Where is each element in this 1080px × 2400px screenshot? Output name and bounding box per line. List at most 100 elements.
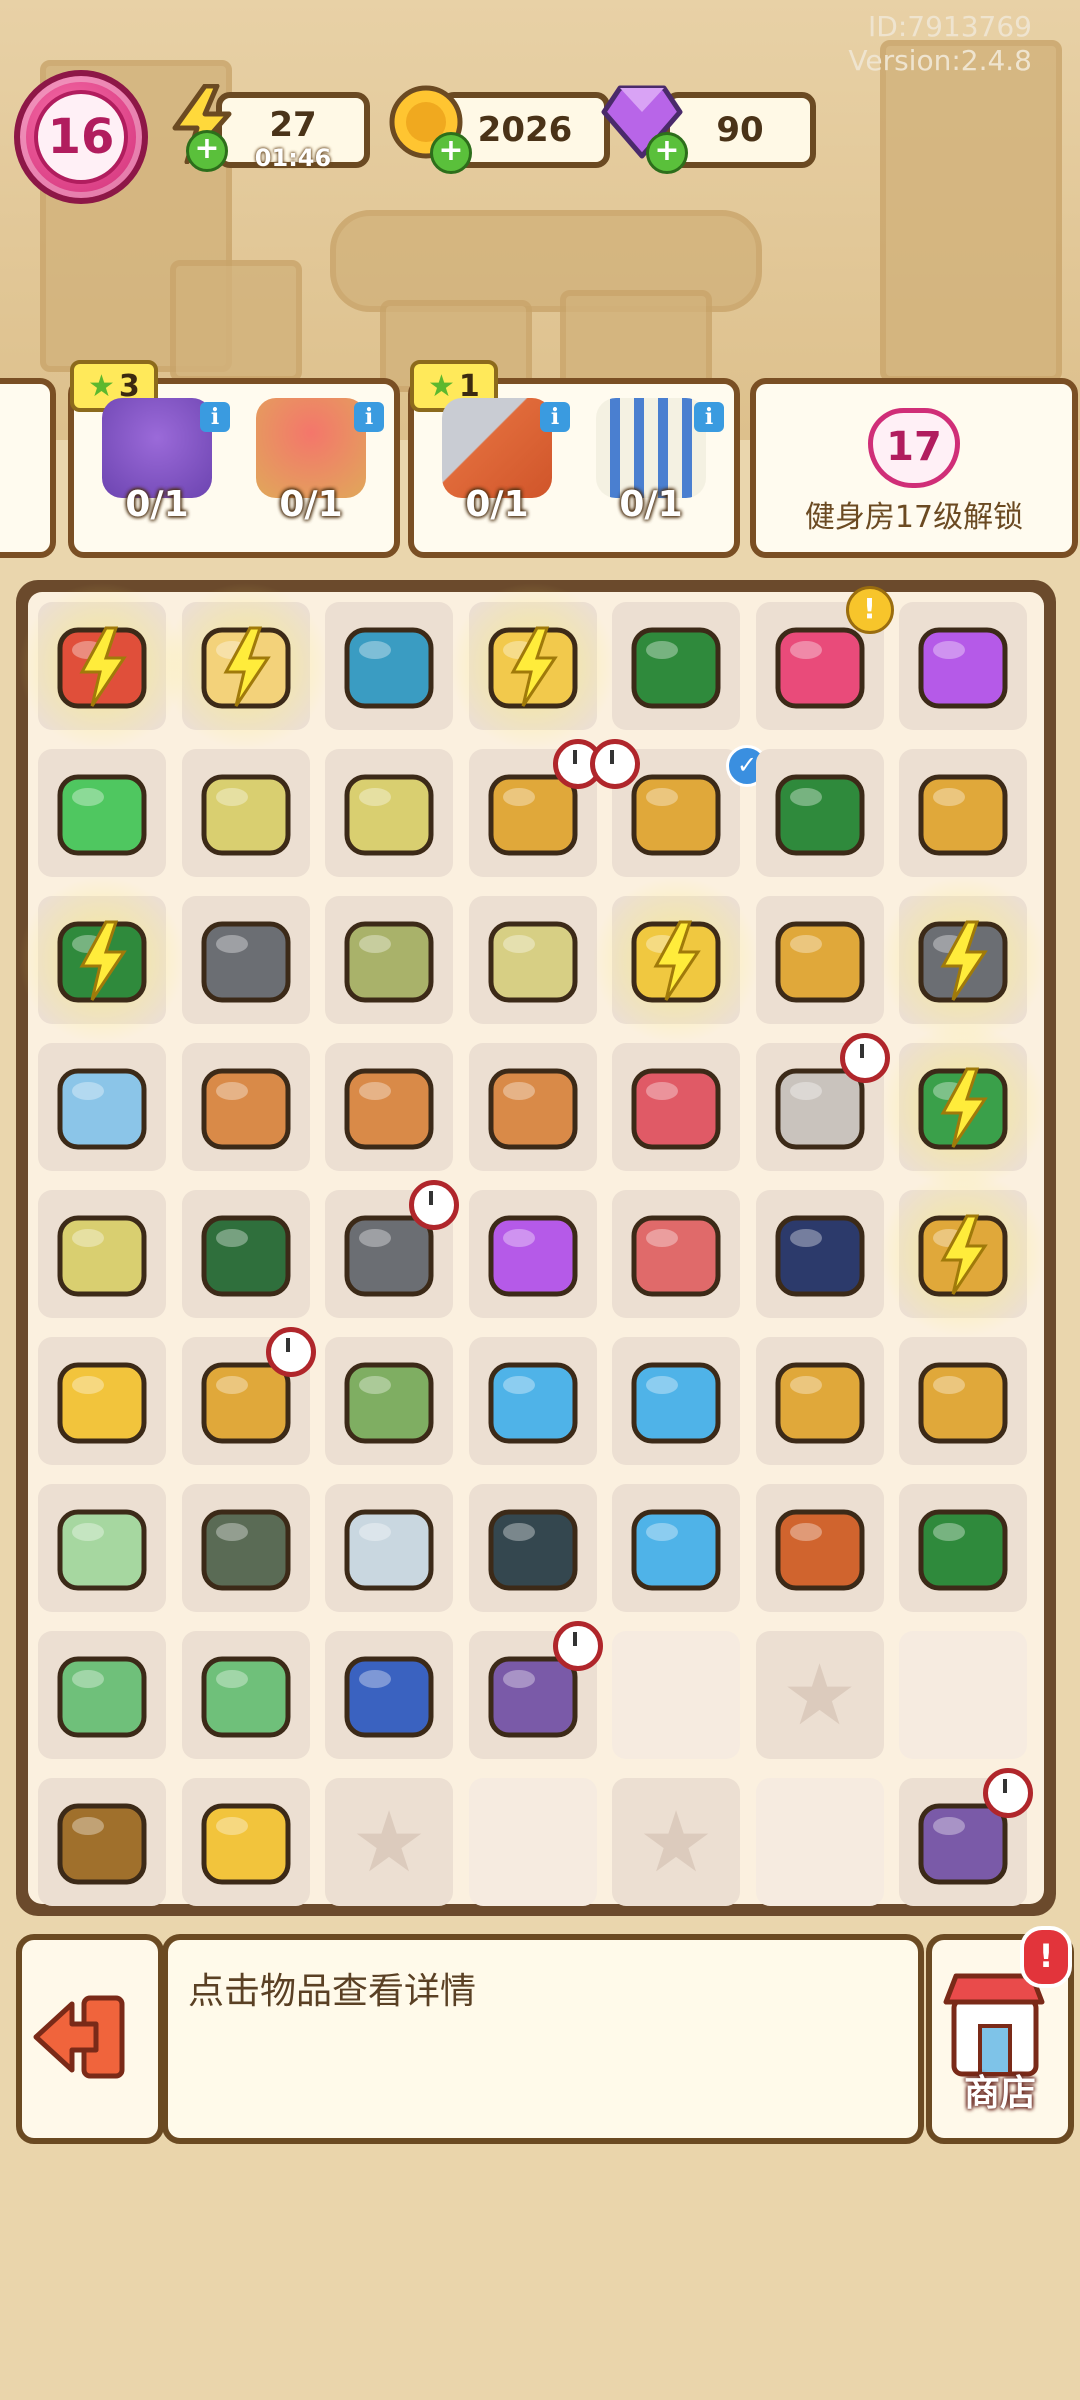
board-cell[interactable] [181,1043,310,1171]
board-cell[interactable] [755,1484,884,1612]
orders-row: ★ 3 0/1 i 0/1 i ★ 1 0/1 i 0/1 i 17 健身房17… [0,360,1080,558]
board-cell[interactable] [181,1631,310,1759]
board-cell[interactable] [181,1190,310,1318]
board-cell[interactable] [755,1778,884,1906]
board-cell[interactable] [325,1337,453,1465]
board-cell[interactable] [38,1484,166,1612]
lavender-icon [102,398,212,498]
yellow-basket-open-icon [190,757,302,869]
board-cell[interactable]: ★ [755,1631,884,1759]
board-cell[interactable] [38,749,166,877]
board-cell[interactable] [325,1631,453,1759]
info-icon[interactable]: i [540,402,570,432]
alert-icon: ! [845,586,894,634]
board-cell[interactable] [879,876,1047,1044]
player-level-badge[interactable]: 16 [14,70,148,204]
info-icon[interactable]: i [200,402,230,432]
board-cell[interactable] [325,1043,453,1171]
board-cell[interactable] [325,1484,453,1612]
cash-bills-icon [46,1639,158,1751]
board-cell[interactable] [468,896,597,1024]
board-cell[interactable] [448,582,617,750]
board-cell[interactable] [612,1190,740,1318]
order-item-flower-basket[interactable]: 0/1 i [236,394,386,544]
board-cell[interactable] [899,1631,1027,1759]
order-item-lavender[interactable]: 0/1 i [82,394,232,544]
board-cell[interactable] [468,739,603,877]
board-cell[interactable] [612,602,740,730]
board-cell[interactable] [879,1023,1047,1191]
board-cell[interactable] [181,749,310,877]
board-cell[interactable]: ✓ [590,739,768,877]
board-cell[interactable] [899,749,1027,877]
board-cell[interactable] [899,1484,1027,1612]
board-cell[interactable] [38,1337,166,1465]
board-cell[interactable] [899,1768,1033,1906]
board-cell[interactable] [38,1778,166,1906]
board-cell[interactable] [468,1190,597,1318]
yellow-drawer-icon [907,757,1019,869]
board-cell[interactable] [181,1484,310,1612]
fitness-poster-icon [46,1492,158,1604]
board-cell[interactable]: ! [755,586,894,730]
board-cell[interactable] [755,1337,884,1465]
board-cell[interactable]: ★ [325,1778,453,1906]
add-coins-button[interactable]: + [430,132,472,174]
mushroom-lamp-lightning-icon [477,610,589,722]
board-cell[interactable] [38,1190,166,1318]
player-level: 16 [47,109,115,165]
add-gems-button[interactable]: + [646,132,688,174]
board-cell[interactable] [468,1337,597,1465]
board-cell[interactable] [755,896,884,1024]
board-cell[interactable] [325,1180,459,1318]
board-cell[interactable]: ★ [612,1778,740,1906]
board-cell[interactable] [612,1043,740,1171]
order-item-sales-chart[interactable]: 0/1 i [576,394,726,544]
board-cell[interactable] [181,896,310,1024]
board-cell[interactable] [468,1778,597,1906]
green-scissor-orb-icon [477,1198,589,1310]
board-cell[interactable] [592,876,760,1044]
board-cell[interactable] [755,1033,890,1171]
board-cell[interactable] [468,1621,603,1759]
empty-star-icon: ★ [638,1793,714,1891]
unlock-requirement-text: 健身房17级解锁 [804,500,1024,535]
board-cell[interactable] [18,582,186,750]
board-cell[interactable] [38,1043,166,1171]
board-cell[interactable] [755,1190,884,1318]
order-card-2[interactable]: ★ 1 0/1 i 0/1 i [408,360,740,558]
order-item-box-cutter[interactable]: 0/1 i [422,394,572,544]
bucket-lightning-icon [46,610,158,722]
version-label: Version:2.4.8 [848,44,1032,77]
board-cell[interactable] [181,1327,316,1465]
board-cell[interactable] [612,1484,740,1612]
shop-button[interactable]: 商店 ! [926,1926,1074,2144]
board-cell[interactable] [18,876,186,1044]
board-cell[interactable] [161,582,330,750]
info-icon[interactable]: i [354,402,384,432]
board-cell[interactable] [38,1631,166,1759]
board-cell[interactable] [468,1043,597,1171]
board-cell[interactable] [755,749,884,877]
board-cell[interactable] [181,1778,310,1906]
board-cell[interactable] [325,896,453,1024]
board-cell[interactable] [325,749,453,877]
board-cell[interactable] [879,1170,1047,1338]
blue-feather-icon [620,1492,732,1604]
order-card-partial[interactable] [0,378,56,558]
board-cell[interactable] [612,1631,740,1759]
headphones-icon [764,1198,876,1310]
order-card-1[interactable]: ★ 3 0/1 i 0/1 i [68,360,400,558]
board-cell[interactable] [899,602,1027,730]
add-energy-button[interactable]: + [186,130,228,172]
shop-label: 商店 [963,2073,1036,2114]
merge-board-grid: ! ✓ ★ ★ ★ [18,582,1047,1906]
board-cell[interactable] [612,1337,740,1465]
board-cell[interactable] [899,1337,1027,1465]
board-cell[interactable] [468,1484,597,1612]
info-icon[interactable]: i [694,402,724,432]
board-cell[interactable] [325,602,453,730]
blue-chip-icon [477,1345,589,1457]
locked-order-slot[interactable]: 17 健身房17级解锁 [750,378,1078,558]
exit-button[interactable] [16,1934,164,2144]
